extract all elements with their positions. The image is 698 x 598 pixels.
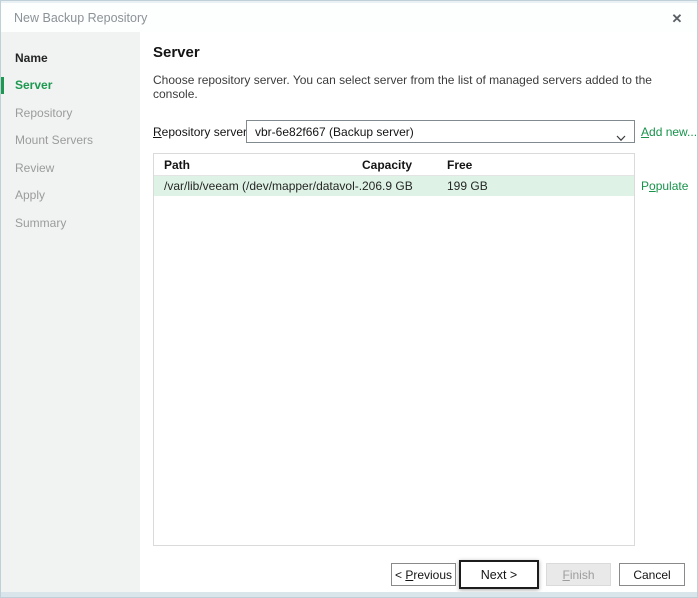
populate-link[interactable]: Populate bbox=[641, 179, 688, 193]
paths-table: Path Capacity Free /var/lib/veeam (/dev/… bbox=[153, 153, 635, 546]
add-new-link[interactable]: Add new... bbox=[641, 125, 697, 139]
repository-server-select[interactable]: vbr-6e82f667 (Backup server) bbox=[246, 120, 635, 143]
new-backup-repository-dialog: New Backup Repository ✕ Name Server Repo… bbox=[0, 0, 698, 598]
step-apply: Apply bbox=[1, 182, 140, 210]
window-bottom-edge bbox=[1, 592, 697, 597]
step-server: Server bbox=[1, 72, 140, 100]
chevron-down-icon bbox=[616, 129, 626, 136]
cell-path: /var/lib/veeam (/dev/mapper/datavol-... bbox=[154, 179, 362, 193]
table-row[interactable]: /var/lib/veeam (/dev/mapper/datavol-... … bbox=[154, 176, 634, 196]
paths-table-header: Path Capacity Free bbox=[154, 154, 634, 176]
cancel-button[interactable]: Cancel bbox=[619, 563, 685, 586]
previous-button[interactable]: < Previous bbox=[391, 563, 456, 586]
repository-server-selected-value: vbr-6e82f667 (Backup server) bbox=[255, 125, 414, 139]
next-button[interactable]: Next > bbox=[459, 560, 539, 589]
page-description: Choose repository server. You can select… bbox=[153, 73, 697, 101]
step-name: Name bbox=[1, 44, 140, 72]
step-repository: Repository bbox=[1, 99, 140, 127]
close-icon: ✕ bbox=[672, 11, 683, 27]
page-title: Server bbox=[153, 44, 200, 61]
column-header-free[interactable]: Free bbox=[447, 158, 634, 172]
window-title: New Backup Repository bbox=[14, 11, 147, 25]
step-mount-servers: Mount Servers bbox=[1, 127, 140, 155]
column-header-capacity[interactable]: Capacity bbox=[362, 158, 447, 172]
step-summary: Summary bbox=[1, 209, 140, 237]
column-header-path[interactable]: Path bbox=[154, 158, 362, 172]
repository-server-label: Repository server: bbox=[153, 125, 250, 139]
step-review: Review bbox=[1, 154, 140, 182]
wizard-steps-sidebar: Name Server Repository Mount Servers Rev… bbox=[1, 32, 140, 592]
finish-button: Finish bbox=[546, 563, 611, 586]
cell-free: 199 GB bbox=[447, 179, 634, 193]
cell-capacity: 206.9 GB bbox=[362, 179, 447, 193]
close-button[interactable]: ✕ bbox=[666, 8, 688, 30]
title-bar: New Backup Repository ✕ bbox=[1, 1, 697, 32]
